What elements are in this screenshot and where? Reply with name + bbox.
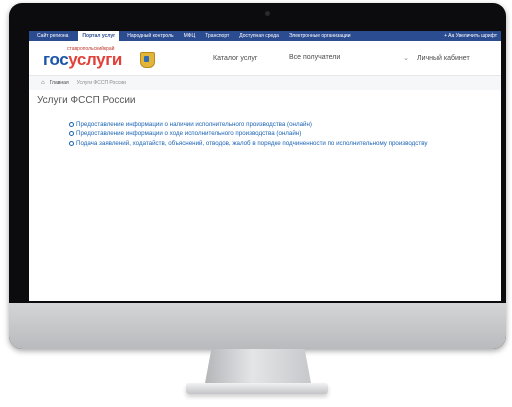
nav-electronic-organizations[interactable]: Электронные организации xyxy=(289,33,351,39)
logo-brand: госуслуги xyxy=(43,50,122,70)
browser-screen: Сайт региона Портал услуг Народный контр… xyxy=(29,31,501,301)
breadcrumb-current: Услуги ФССП России xyxy=(76,80,126,86)
nav-services-portal[interactable]: Портал услуг xyxy=(78,31,120,41)
increase-font-button[interactable]: + Aa Увеличить шрифт xyxy=(444,33,497,39)
service-link[interactable]: Предоставление информации о ходе исполни… xyxy=(69,130,471,137)
service-link-text: Предоставление информации о ходе исполни… xyxy=(76,130,302,138)
service-link-text: Подача заявлений, ходатайств, объяснений… xyxy=(76,139,428,147)
circle-icon xyxy=(69,140,74,146)
personal-account-link[interactable]: Личный кабинет xyxy=(417,55,470,62)
circle-icon xyxy=(69,122,74,127)
service-link-text: Предоставление информации о наличии испо… xyxy=(76,121,312,128)
top-navigation: Сайт региона Портал услуг Народный контр… xyxy=(29,31,501,41)
circle-icon xyxy=(69,131,74,137)
gosuslugi-logo[interactable]: ставропольскийкрай госуслуги xyxy=(37,43,187,73)
nav-region-site[interactable]: Сайт региона xyxy=(37,33,68,39)
nav-transport[interactable]: Транспорт xyxy=(205,33,229,39)
nav-public-control[interactable]: Народный контроль xyxy=(127,33,173,39)
nav-mfc[interactable]: МФЦ xyxy=(184,33,196,39)
page-title: Услуги ФССП России xyxy=(37,95,136,106)
service-list: Предоставление информации о наличии испо… xyxy=(29,111,501,147)
monitor-chin xyxy=(9,303,506,349)
service-catalog-link[interactable]: Каталог услуг xyxy=(213,55,257,62)
coat-of-arms-icon xyxy=(140,52,155,68)
monitor: Сайт региона Портал услуг Народный контр… xyxy=(9,3,506,349)
nav-accessible-environment[interactable]: Доступная среда xyxy=(239,33,279,39)
site-header: ставропольскийкрай госуслуги Каталог усл… xyxy=(29,41,501,76)
service-link[interactable]: Подача заявлений, ходатайств, объяснений… xyxy=(69,140,471,147)
service-link[interactable]: Предоставление информации о наличии испо… xyxy=(69,121,471,128)
chevron-down-icon: ⌄ xyxy=(403,55,409,62)
logo-brand-uslugi: услуги xyxy=(68,50,122,69)
webcam xyxy=(265,11,270,16)
breadcrumb: ⌂ Главная Услуги ФССП России xyxy=(29,76,501,90)
home-icon: ⌂ xyxy=(41,80,45,86)
recipients-label: Все получатели xyxy=(289,54,341,61)
breadcrumb-home-link[interactable]: Главная xyxy=(50,80,69,86)
logo-brand-gos: гос xyxy=(43,50,69,69)
recipients-dropdown[interactable]: Все получатели ⌄ xyxy=(289,54,409,62)
monitor-stand-base xyxy=(186,383,328,394)
monitor-stand-neck xyxy=(205,349,311,383)
